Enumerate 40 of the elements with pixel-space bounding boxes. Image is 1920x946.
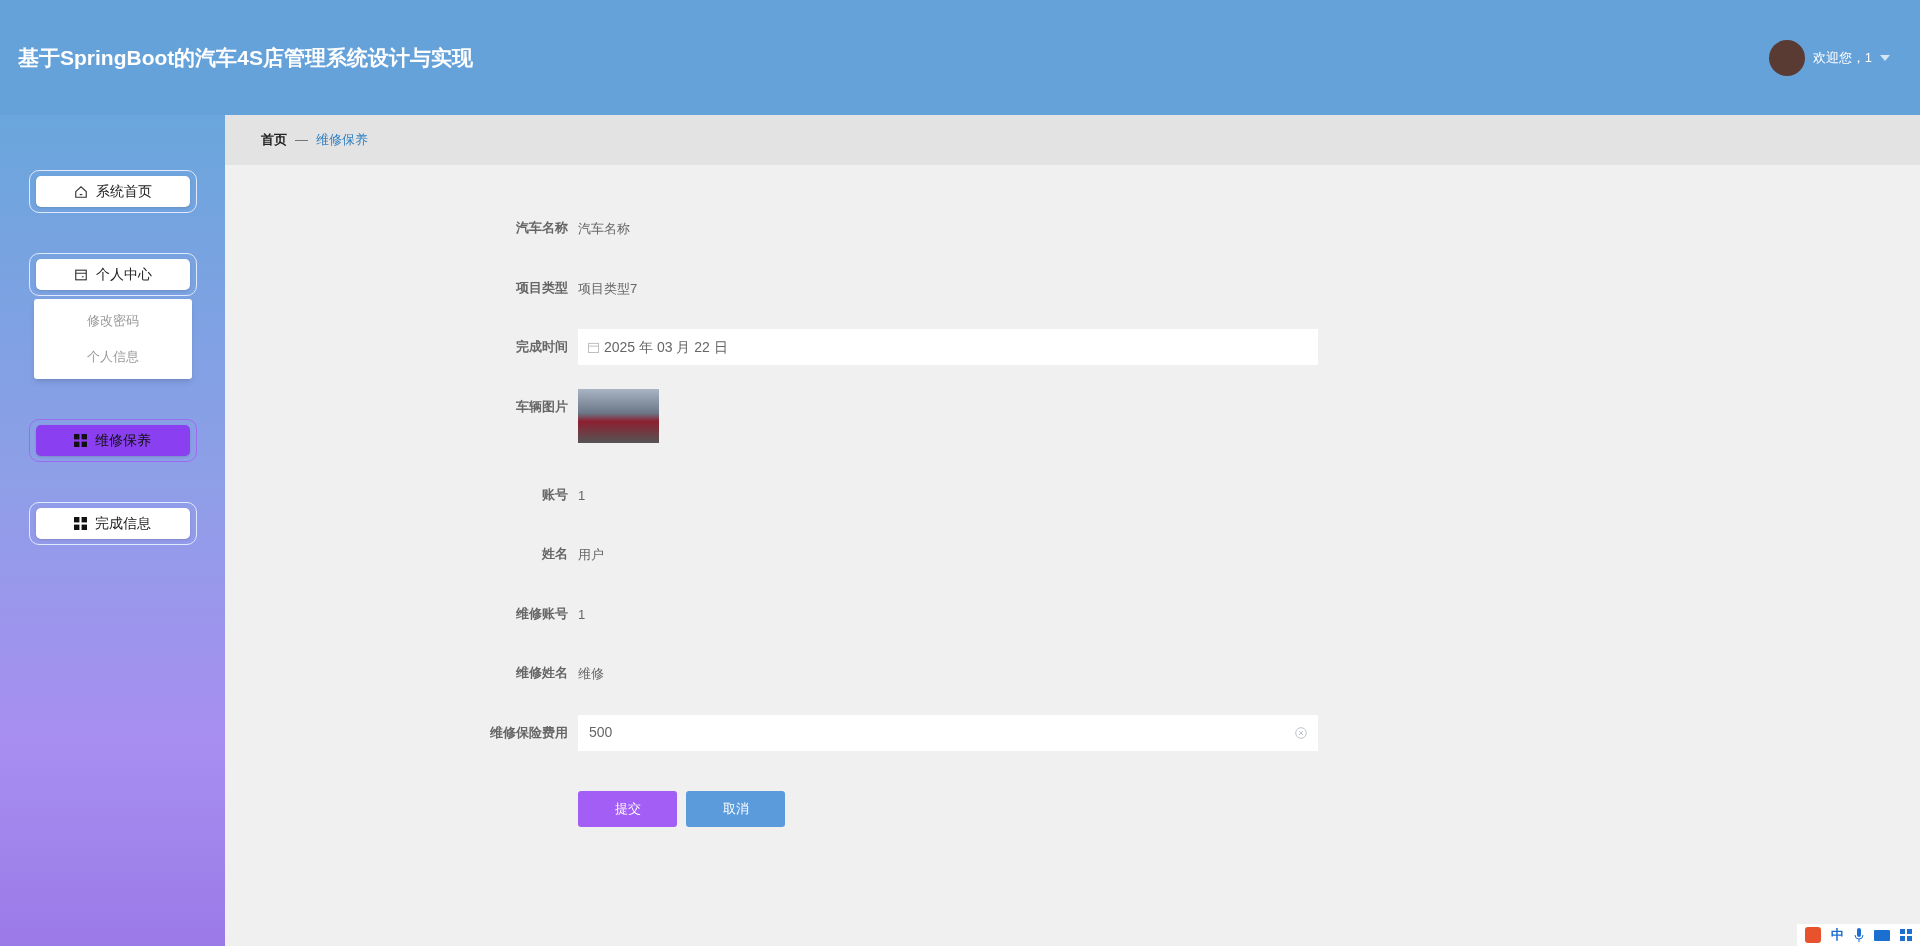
grid-icon[interactable] [1900, 929, 1912, 941]
welcome-text[interactable]: 欢迎您，1 [1812, 47, 1872, 68]
field-value: 维修 [578, 666, 604, 681]
submenu-item[interactable]: 修改密码 [33, 303, 192, 339]
field-value: 用户 [578, 547, 604, 562]
field-label: 维修姓名 [515, 664, 568, 682]
menu-item[interactable]: 系统首页 [35, 176, 190, 207]
submit-button[interactable]: 提交 [578, 791, 677, 827]
calendar-icon [588, 341, 599, 353]
cancel-button[interactable]: 取消 [686, 791, 785, 827]
field-label: 汽车名称 [515, 219, 568, 237]
date-field[interactable]: 2025 年 03 月 22 日 [578, 329, 1318, 365]
card-icon [73, 267, 88, 282]
microphone-icon[interactable] [1854, 928, 1864, 942]
menu-item[interactable]: 完成信息 [35, 508, 190, 539]
field-value: 项目类型7 [578, 280, 638, 296]
breadcrumb-current: 维修保养 [316, 131, 368, 150]
caret-icon[interactable] [1880, 54, 1890, 61]
field-label: 姓名 [541, 545, 568, 563]
grid-icon [74, 434, 87, 447]
field-label: 项目类型 [514, 278, 568, 297]
breadcrumb-separator: — [295, 131, 308, 150]
avatar-placeholder[interactable] [1768, 39, 1805, 76]
field-label: 维修保险费用 [489, 723, 568, 742]
input-field[interactable]: 500 [578, 714, 1318, 751]
field-value: 汽车名称 [578, 221, 630, 236]
submenu-item[interactable]: 个人信息 [33, 339, 192, 375]
menu-item[interactable]: 维修保养 [35, 425, 190, 456]
field-value: 1 [578, 487, 586, 503]
field-value: 1 [578, 606, 586, 622]
field-label: 账号 [541, 485, 568, 504]
field-label: 维修账号 [515, 604, 568, 623]
breadcrumb-home[interactable]: 首页 [261, 130, 287, 150]
field-label: 完成时间 [515, 338, 568, 356]
home-icon [73, 184, 88, 199]
grid-icon [74, 517, 87, 530]
site-title: 基于SpringBoot的汽车4S店管理系统设计与实现 [18, 44, 473, 71]
ime-mode[interactable]: 中 [1831, 925, 1844, 945]
menu-item[interactable]: 个人中心 [35, 259, 190, 290]
field-label: 车辆图片 [515, 397, 568, 416]
